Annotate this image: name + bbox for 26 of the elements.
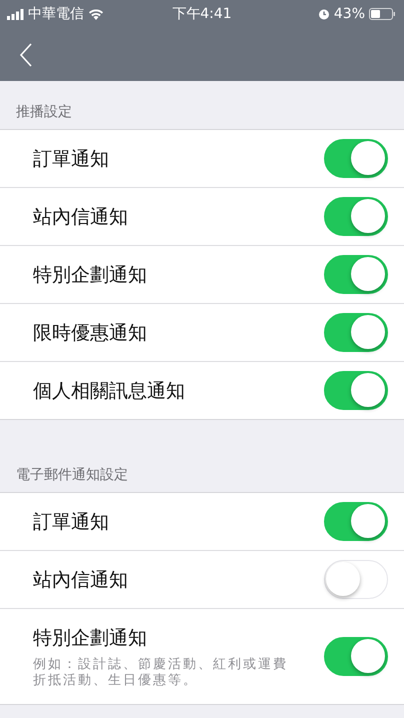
battery-percent: 43%: [334, 6, 365, 22]
toggle-switch[interactable]: [324, 637, 388, 676]
status-time: 下午4:41: [172, 5, 232, 23]
setting-label: 訂單通知: [33, 510, 109, 534]
alarm-icon: [318, 8, 330, 20]
wifi-icon: [88, 8, 104, 20]
setting-label: 站內信通知: [33, 568, 128, 592]
section-header: 推播設定: [16, 104, 72, 120]
setting-label: 限時優惠通知: [33, 320, 147, 346]
setting-label: 訂單通知: [33, 146, 109, 172]
section-header: 電子郵件通知設定: [16, 467, 128, 483]
toggle-switch[interactable]: [324, 502, 388, 541]
toggle-switch[interactable]: [324, 197, 388, 236]
toggle-switch[interactable]: [324, 371, 388, 410]
battery-icon: [369, 8, 396, 20]
setting-label: 特別企劃通知: [33, 262, 147, 288]
setting-label: 特別企劃通知: [33, 626, 148, 650]
setting-description: 例如：設計誌、節慶活動、紅利或運費折抵活動、生日優惠等。: [33, 656, 289, 688]
setting-label: 個人相關訊息通知: [33, 378, 185, 404]
toggle-switch[interactable]: [324, 255, 388, 294]
setting-label: 站內信通知: [33, 204, 128, 230]
signal-icon: [7, 8, 24, 20]
back-chevron-icon: [19, 42, 33, 66]
toggle-switch[interactable]: [324, 139, 388, 178]
toggle-switch[interactable]: [324, 313, 388, 352]
carrier-name: 中華電信: [28, 5, 84, 23]
